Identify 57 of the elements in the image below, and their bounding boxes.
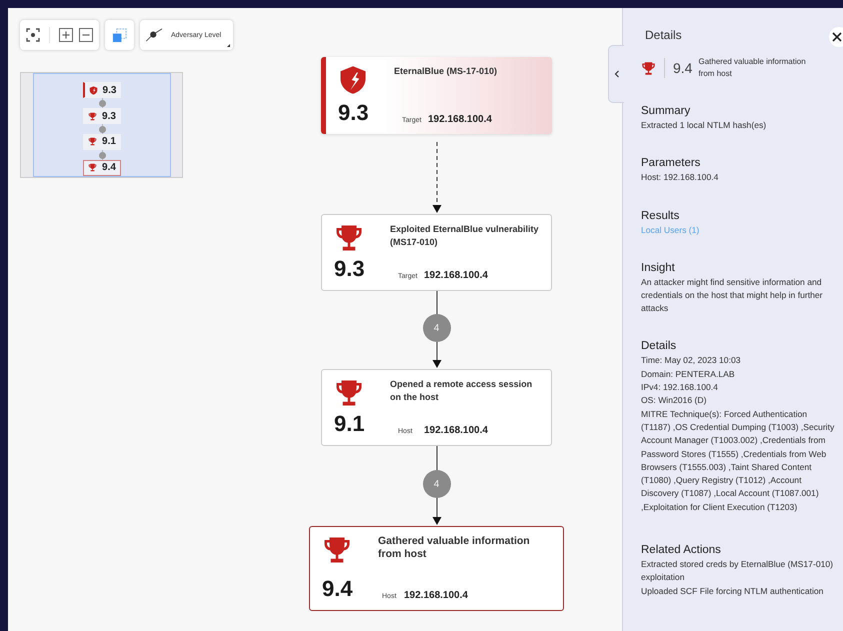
- zoom-out-button[interactable]: [78, 27, 94, 43]
- corner-icon: [227, 44, 230, 47]
- section-text: Extracted stored creds by EternalBlue (MS17-010) exploitation: [641, 558, 834, 584]
- minimap-node[interactable]: 9.3: [82, 82, 122, 98]
- section-text: An attacker might find sensitive information and credentials on the host that might help in further attacks: [641, 276, 824, 316]
- section-heading: Results: [641, 210, 680, 222]
- node-title: Exploited EternalBlue vulnerability (MS17-010): [390, 223, 540, 249]
- section-text: OS: Win2016 (D): [641, 394, 708, 408]
- node-score: 9.3: [334, 258, 366, 280]
- fit-view-button[interactable]: [25, 27, 41, 43]
- section-text: Uploaded SCF File forcing NTLM authentication: [641, 584, 824, 598]
- node-title: Opened a remote access session on the host: [390, 378, 534, 404]
- layout-button[interactable]: [105, 20, 134, 50]
- section-text: Extracted 1 local NTLM hash(es): [641, 119, 768, 132]
- target-address: 192.168.100.4: [424, 270, 488, 281]
- layout-icon: [112, 28, 127, 42]
- section-text: Time: May 02, 2023 10:03: [641, 354, 742, 368]
- shield-icon: [338, 65, 368, 95]
- section-heading: Insight: [641, 262, 676, 274]
- minimap[interactable]: 9.3 9.3 9.1 9.4: [20, 72, 183, 178]
- section-heading: Parameters: [641, 157, 702, 170]
- section-text: IPv4: 192.168.100.4: [641, 381, 719, 394]
- section-text: Host: 192.168.100.4: [641, 171, 720, 184]
- header-title: Gathered valuable information from host: [698, 56, 807, 80]
- chevron-icon: [614, 70, 620, 78]
- section-heading: Details: [641, 340, 678, 352]
- count-badge: 4: [422, 470, 450, 498]
- node-score: 9.3: [338, 102, 370, 124]
- node-title: Gathered valuable information from host: [378, 535, 531, 562]
- node-title: EternalBlue (MS-17-010): [394, 65, 498, 78]
- close-button[interactable]: [829, 27, 843, 47]
- node-score: 9.1: [334, 413, 366, 435]
- section-text: Domain: PENTERA.LAB: [641, 368, 736, 381]
- section-heading: Summary: [641, 105, 692, 117]
- zoom-in-button[interactable]: [58, 27, 74, 43]
- minimap-node[interactable]: 9.1: [83, 134, 121, 150]
- target-address: 192.168.100.4: [424, 425, 488, 436]
- target-address: 192.168.100.4: [404, 590, 468, 601]
- trophy-icon: [322, 535, 352, 565]
- trophy-icon: [334, 378, 364, 408]
- minimap-node[interactable]: 9.3: [83, 108, 121, 124]
- trophy-icon: [88, 112, 98, 121]
- trophy-icon: [88, 163, 98, 172]
- close-icon: [832, 32, 842, 42]
- trophy-icon: [88, 137, 98, 146]
- count-badge: 4: [422, 314, 450, 342]
- header-score: 9.4: [673, 60, 692, 76]
- target-address: 192.168.100.4: [428, 114, 492, 125]
- section-heading: Related Actions: [641, 544, 722, 556]
- section-text: MITRE Technique(s): Forced Authentication (T1187) ,OS Credential Dumping (T1003) ,Security Account Manager (T1003.002) ,Credentials from Password Stores (T1555) ,Credentials from Web Browsers (T1555.003) ,Taint Shared Content (T1080) ,Query Registry (T1012) ,Account Discovery (T1087) ,Local Account (T1087.001) ,Exploitation for Client Execution (T1203): [641, 408, 835, 514]
- trophy-icon: [334, 223, 364, 253]
- node-score: 9.4: [322, 578, 354, 600]
- panel-title: Details: [645, 28, 683, 42]
- slider-line-icon: [145, 28, 165, 42]
- trophy-icon: [641, 60, 656, 76]
- minimap-node[interactable]: 9.4: [83, 160, 121, 176]
- shield-icon: [88, 86, 98, 95]
